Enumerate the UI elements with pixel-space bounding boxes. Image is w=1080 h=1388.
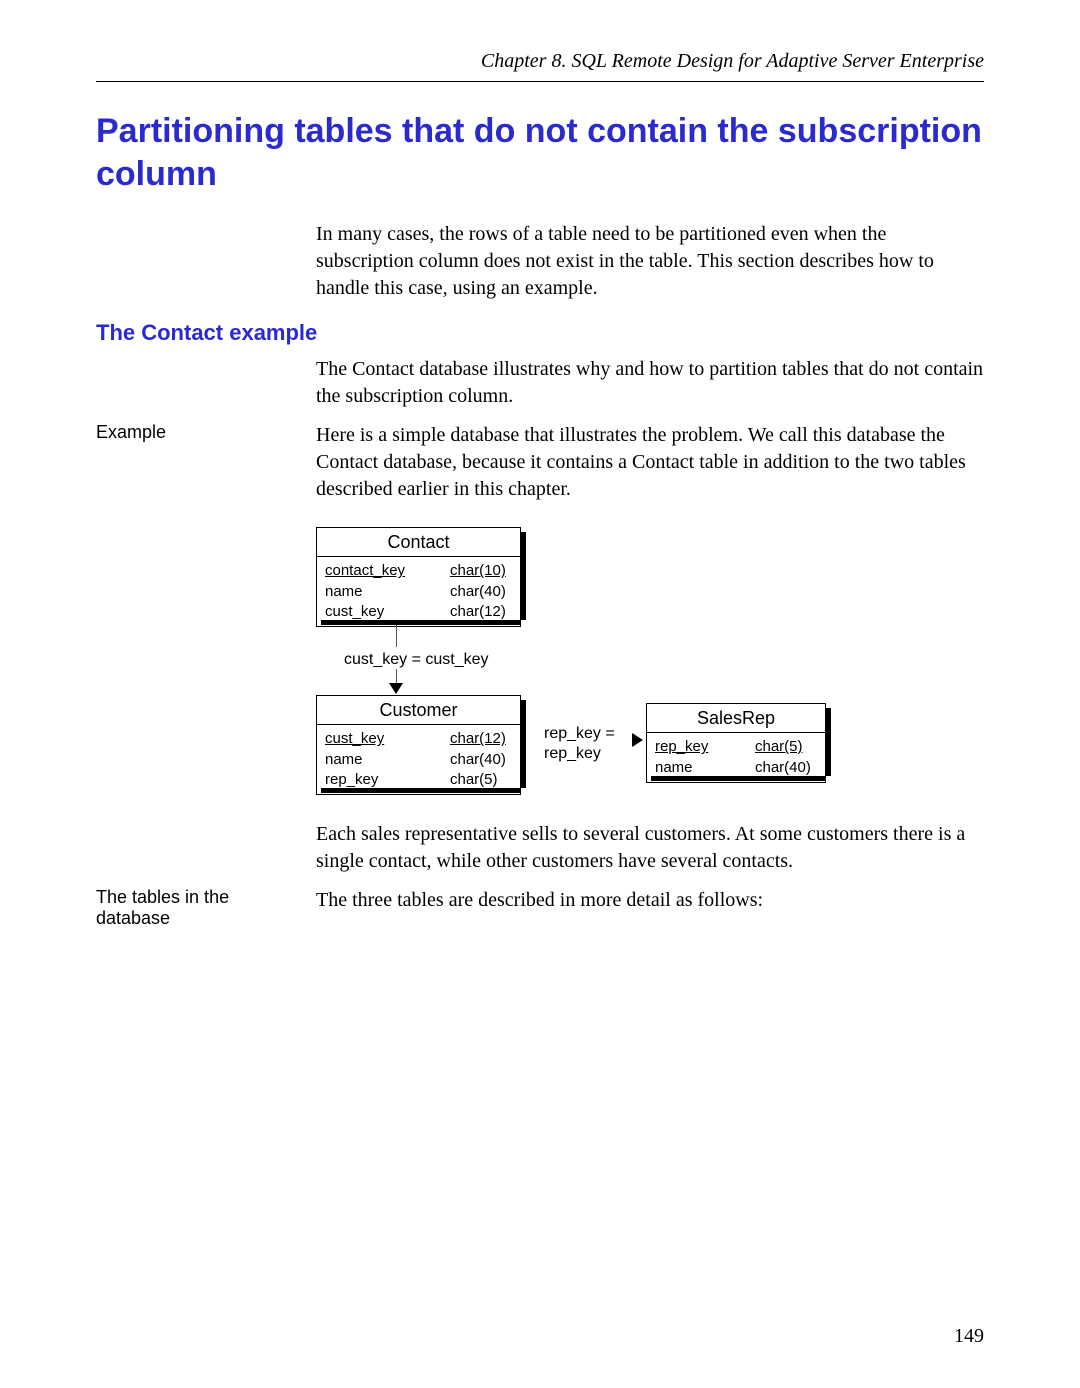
margin-blank-2	[96, 356, 316, 410]
diagram-row: Contact contact_keychar(10) namechar(40)…	[96, 515, 984, 875]
contact-col-1-name: name	[325, 582, 450, 602]
shadow	[521, 532, 526, 620]
connector-line	[396, 625, 397, 647]
intro-row: In many cases, the rows of a table need …	[96, 221, 984, 302]
rel-customer-salesrep-2: rep_key	[544, 743, 601, 765]
customer-col-1-type: char(40)	[450, 750, 512, 770]
customer-col-2-type: char(5)	[450, 770, 512, 790]
entity-salesrep-title: SalesRep	[646, 703, 826, 733]
section-heading: The Contact example	[96, 320, 984, 346]
margin-blank	[96, 221, 316, 302]
margin-blank-3	[96, 515, 316, 875]
running-header: Chapter 8. SQL Remote Design for Adaptiv…	[96, 50, 984, 81]
margin-example-label: Example	[96, 422, 316, 503]
customer-col-2-name: rep_key	[325, 770, 450, 790]
example-row: Example Here is a simple database that i…	[96, 422, 984, 503]
entity-contact-title: Contact	[316, 527, 521, 557]
entity-contact-body: contact_keychar(10) namechar(40) cust_ke…	[316, 557, 521, 627]
rel-contact-customer: cust_key = cust_key	[344, 649, 489, 671]
intro-text: In many cases, the rows of a table need …	[316, 221, 984, 302]
after-diagram-text: Each sales representative sells to sever…	[316, 821, 984, 875]
page-number: 149	[954, 1325, 984, 1348]
shadow	[651, 776, 826, 781]
contact-col-0-type: char(10)	[450, 561, 512, 581]
entity-customer: Customer cust_keychar(12) namechar(40) r…	[316, 695, 521, 795]
contact-col-0-name: contact_key	[325, 561, 450, 581]
shadow	[826, 708, 831, 776]
arrow-down-icon	[389, 683, 403, 694]
tables-row: The tables in the database The three tab…	[96, 887, 984, 929]
contact-col-1-type: char(40)	[450, 582, 512, 602]
example-text: Here is a simple database that illustrat…	[316, 422, 984, 503]
rel-customer-salesrep-1: rep_key =	[544, 723, 615, 745]
section-intro-text: The Contact database illustrates why and…	[316, 356, 984, 410]
customer-col-1-name: name	[325, 750, 450, 770]
connector-line-2	[396, 669, 397, 683]
diagram-wrapper: Contact contact_keychar(10) namechar(40)…	[316, 515, 984, 875]
margin-tables-label: The tables in the database	[96, 887, 316, 929]
salesrep-col-0-type: char(5)	[755, 737, 817, 757]
shadow	[321, 788, 521, 793]
salesrep-col-1-name: name	[655, 758, 755, 778]
entity-contact: Contact contact_keychar(10) namechar(40)…	[316, 527, 521, 627]
section-intro-row: The Contact database illustrates why and…	[96, 356, 984, 410]
arrow-right-icon	[632, 733, 643, 747]
shadow	[321, 620, 521, 625]
er-diagram: Contact contact_keychar(10) namechar(40)…	[316, 527, 836, 807]
contact-col-2-type: char(12)	[450, 602, 512, 622]
tables-text: The three tables are described in more d…	[316, 887, 984, 929]
salesrep-col-1-type: char(40)	[755, 758, 817, 778]
entity-salesrep: SalesRep rep_keychar(5) namechar(40)	[646, 703, 826, 783]
shadow	[521, 700, 526, 788]
customer-col-0-name: cust_key	[325, 729, 450, 749]
page-title: Partitioning tables that do not contain …	[96, 110, 984, 195]
contact-col-2-name: cust_key	[325, 602, 450, 622]
page: Chapter 8. SQL Remote Design for Adaptiv…	[0, 0, 1080, 1388]
header-rule	[96, 81, 984, 82]
entity-customer-title: Customer	[316, 695, 521, 725]
customer-col-0-type: char(12)	[450, 729, 512, 749]
entity-customer-body: cust_keychar(12) namechar(40) rep_keycha…	[316, 725, 521, 795]
salesrep-col-0-name: rep_key	[655, 737, 755, 757]
